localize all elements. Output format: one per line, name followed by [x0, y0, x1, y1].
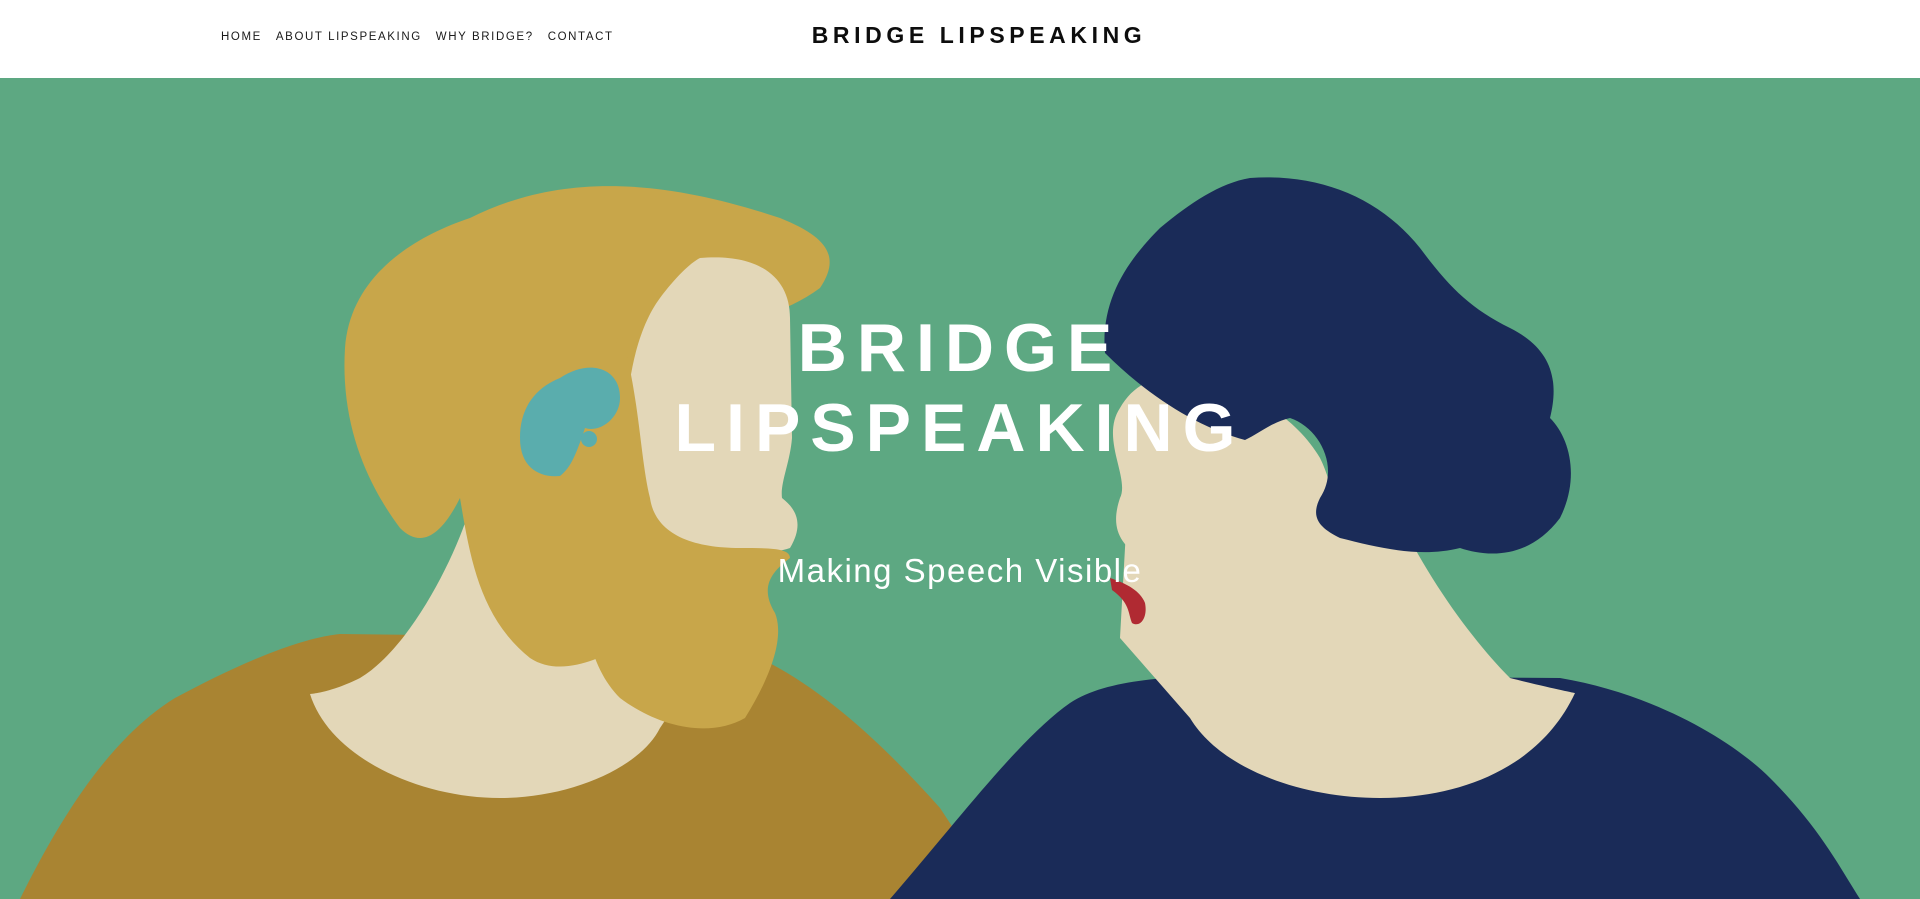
site-header: HOME ABOUT LIPSPEAKING WHY BRIDGE? CONTA…: [0, 0, 1920, 78]
hero-illustration: [0, 78, 1920, 899]
hero-heading: BRIDGE LIPSPEAKING: [0, 308, 1920, 468]
hero-banner: BRIDGE LIPSPEAKING Making Speech Visible: [0, 78, 1920, 899]
hero-heading-line2: LIPSPEAKING: [674, 390, 1246, 466]
hero-heading-line1: BRIDGE: [797, 310, 1123, 386]
hero-subtitle: Making Speech Visible: [777, 552, 1143, 589]
site-title-logo[interactable]: BRIDGE LIPSPEAKING: [0, 22, 1920, 49]
